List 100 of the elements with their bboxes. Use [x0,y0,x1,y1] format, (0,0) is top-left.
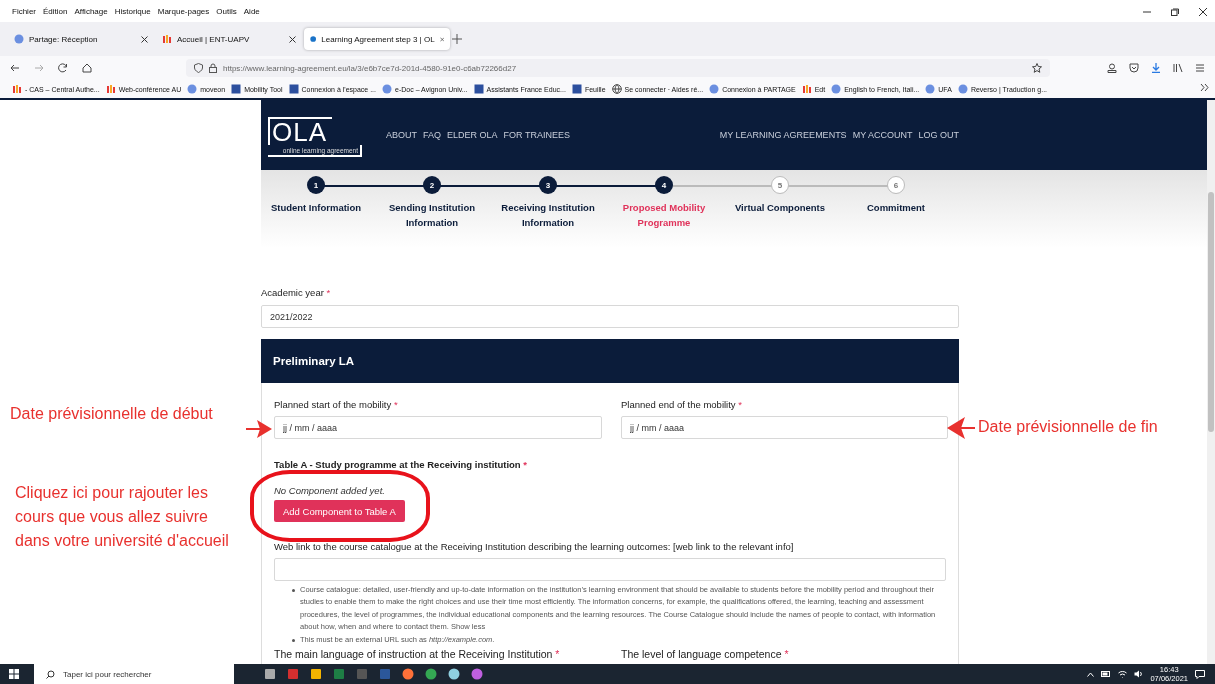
square-icon [288,84,299,94]
pocket-icon[interactable] [1129,63,1139,73]
square-icon [473,84,484,94]
browser-icon[interactable] [425,668,437,680]
close-icon[interactable] [141,35,148,43]
arrow-icon [947,417,975,439]
minimize-icon[interactable] [1143,8,1151,16]
battery-icon[interactable] [1101,671,1112,677]
browser-tab[interactable]: Partage: Réception [8,28,154,50]
search-icon [46,669,55,679]
step-label[interactable]: Student Information [261,200,372,215]
nav-link[interactable]: FOR TRAINEES [503,130,570,140]
field-label: The level of language competence [621,648,782,661]
nav-link[interactable]: ABOUT [386,130,417,140]
bars-icon [105,84,116,94]
step-number[interactable]: 1 [307,176,325,194]
field-label: The main language of instruction at the Receiving Institution [274,648,553,661]
step-number[interactable]: 5 [771,176,789,194]
home-icon[interactable] [82,63,92,73]
bars-icon [801,84,812,94]
back-icon[interactable] [10,63,20,73]
circle-icon [14,34,24,44]
date-field[interactable]: jj / mm / aaaa [274,416,602,439]
add-component-button[interactable]: Add Component to Table A [274,500,405,522]
step-label[interactable]: Receiving Institution Information [492,200,604,230]
shield-icon [194,63,203,73]
menu-item[interactable]: Historique [114,6,151,16]
browser-icon[interactable] [402,668,414,680]
task-view-icon[interactable] [264,668,276,680]
browser-tab[interactable]: Learning Agreement step 3 | OL [304,28,450,50]
required-mark: * [555,648,560,661]
required-mark: * [738,399,742,410]
app-icon[interactable] [471,668,483,680]
spreadsheet-icon[interactable] [333,668,345,680]
taskbar-search-field[interactable]: Taper ici pour rechercher [34,664,234,684]
speaker-icon[interactable] [1134,670,1144,678]
step-label[interactable]: Virtual Components [724,200,836,215]
annotation-text: Cliquez ici pour rajouter les cours que vous allez suivre dans votre université d'accueil [15,483,230,551]
url-text: https://www.learning-agreement.eu/la/3/e6b7ce7d-201d-4580-91e0-c6ab72266d27 [223,63,518,73]
chevron-up-icon[interactable] [1087,671,1095,677]
notification-icon[interactable] [1195,669,1205,679]
circle-icon [831,84,842,94]
arrow-icon [246,420,272,438]
required-mark: * [326,287,331,298]
circle-icon [382,84,392,94]
step-label[interactable]: Proposed Mobility Programme [608,200,720,230]
nav-link[interactable]: LOG OUT [918,130,959,140]
annotation-text: Date prévisionnelle de début [10,404,213,424]
square-icon [571,84,582,94]
step-number[interactable]: 2 [423,176,441,194]
download-icon[interactable] [1151,63,1161,73]
date-field[interactable]: jj / mm / aaaa [621,416,948,439]
app-icon[interactable] [448,668,460,680]
step-number[interactable]: 4 [655,176,673,194]
address-bar[interactable]: https://www.learning-agreement.eu/la/3/e6b7ce7d-201d-4580-91e0-c6ab72266d27 [186,59,1050,77]
menu-item[interactable]: Édition [43,6,68,16]
step-number[interactable]: 3 [539,176,557,194]
step-label[interactable]: Commitment [840,200,952,215]
account-icon[interactable] [1107,63,1117,73]
new-tab-icon[interactable] [452,34,462,44]
circle-icon [925,84,936,94]
step-label[interactable]: Sending Institution Information [376,200,488,230]
circle-icon [187,84,198,94]
bullet-icon [292,638,295,642]
menu-item[interactable]: Fichier [12,6,36,16]
circle-icon [957,84,968,94]
library-icon[interactable] [1173,63,1183,73]
wifi-icon[interactable] [1118,670,1128,678]
menu-icon[interactable] [1195,63,1205,73]
scrollbar-thumb[interactable] [1208,192,1214,432]
menu-item[interactable]: Aide [243,6,260,16]
bars-icon [162,34,172,44]
site-logo[interactable]: OLA [268,117,332,145]
step-number[interactable]: 6 [887,176,905,194]
bars-icon [12,84,22,94]
nav-link[interactable]: MY LEARNING AGREEMENTS [719,130,847,140]
nav-link[interactable]: ELDER OLA [447,130,498,140]
more-bookmarks-icon[interactable] [1200,83,1209,92]
restore-icon[interactable] [1171,8,1179,16]
browser-tab[interactable]: Accueil | ENT-UAPV [156,28,302,50]
close-icon[interactable] [289,35,296,43]
lock-icon [209,63,217,73]
academic-year-field[interactable]: 2021/2022 [261,305,959,328]
bullet-icon [292,589,295,592]
close-icon[interactable] [1199,8,1207,16]
menu-item[interactable]: Marque-pages [157,6,210,16]
reload-icon[interactable] [58,63,68,73]
star-icon[interactable] [1032,63,1042,73]
required-mark: * [523,459,528,470]
folder-icon[interactable] [310,668,322,680]
menu-item[interactable]: Affichage [74,6,108,16]
menu-item[interactable]: Outils [216,6,237,16]
web-link-field[interactable] [274,558,946,581]
nav-link[interactable]: FAQ [423,130,442,140]
scrollbar[interactable] [1207,100,1215,664]
windows-icon[interactable] [9,669,19,679]
nav-link[interactable]: MY ACCOUNT [852,130,913,140]
annotation-text: Date prévisionnelle de fin [978,417,1158,437]
empty-message: No Component added yet. [274,485,386,496]
square-icon [231,84,242,94]
